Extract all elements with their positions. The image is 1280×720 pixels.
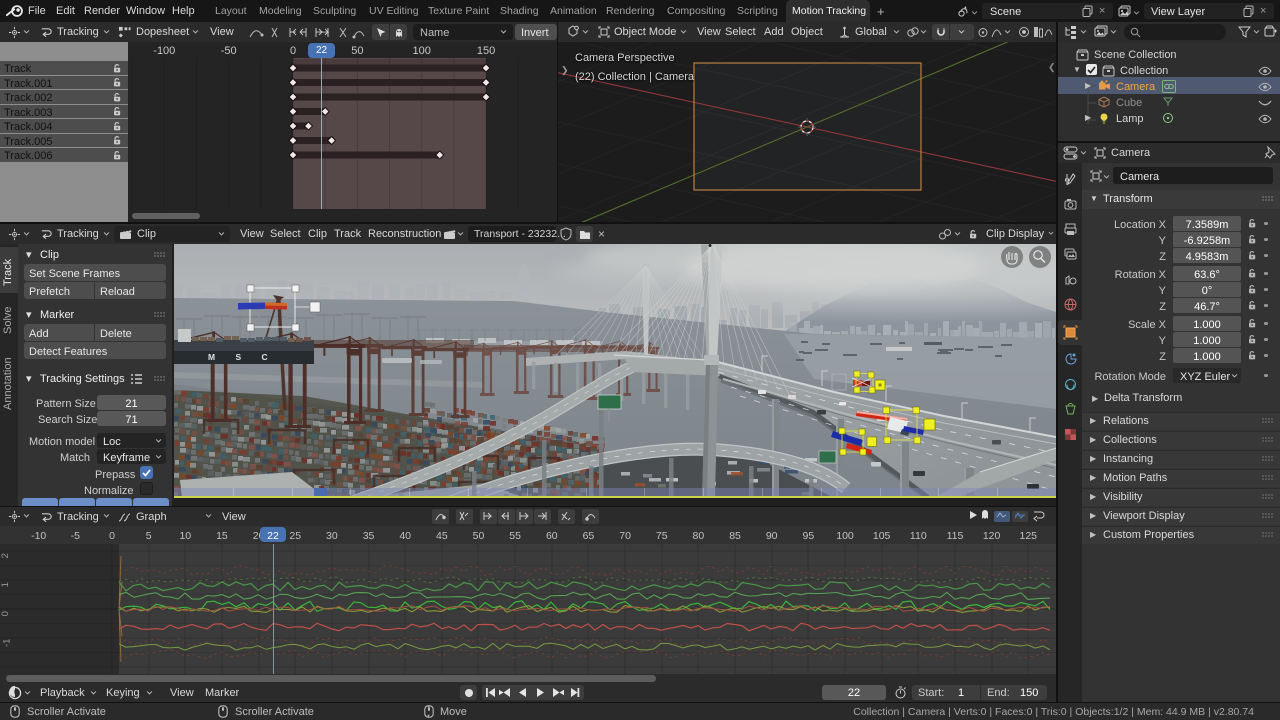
svg-text:M S C: M S C [208, 352, 277, 362]
